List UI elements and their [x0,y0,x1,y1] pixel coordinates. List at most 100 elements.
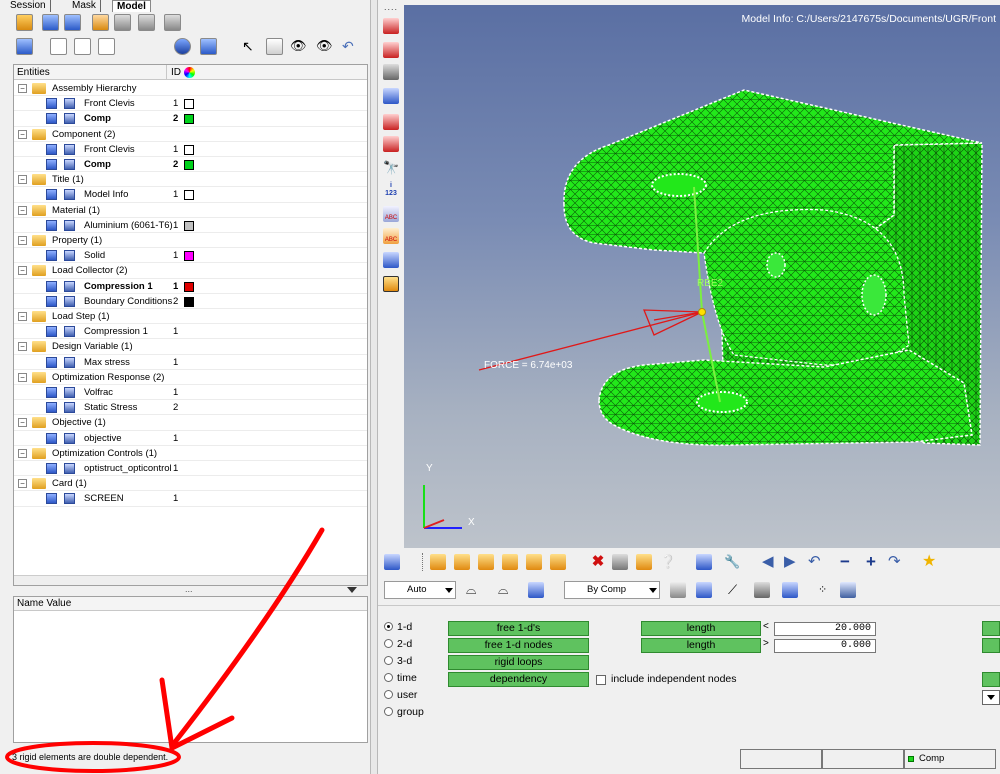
color-column-icon[interactable] [184,67,195,78]
display-grid-icon[interactable] [384,554,400,570]
tree-folder-row[interactable]: − Objective (1) [14,415,367,431]
collapse-toggle-icon[interactable]: − [18,372,27,382]
color-swatch[interactable] [184,220,194,231]
mesh-check-icon[interactable] [383,114,399,130]
free-1d-nodes-button[interactable]: free 1-d nodes [448,638,589,653]
screen-capture-icon[interactable] [840,582,856,598]
visibility-toggle-icon[interactable] [64,189,75,201]
tree-entity-row[interactable]: SCREEN 1 [14,491,367,507]
visibility-toggle-icon[interactable] [64,493,75,505]
tree-entity-row[interactable]: Solid 1 [14,248,367,264]
visibility-toggle-icon[interactable] [64,387,75,398]
radio-circle-icon[interactable] [384,622,393,631]
radio-user[interactable]: user [384,689,417,701]
tree-folder-row[interactable]: − Title (1) [14,172,367,188]
collapse-toggle-icon[interactable]: − [18,175,27,185]
visibility-toggle-icon[interactable] [64,463,75,474]
reverse-normals-icon[interactable] [383,18,399,34]
visibility-toggle-icon[interactable] [64,143,75,155]
color-swatch[interactable] [184,251,194,262]
shaded-mode-icon[interactable]: ⌓ [466,582,482,598]
face-icon[interactable] [383,136,399,152]
radio-circle-icon[interactable] [384,707,393,716]
collector-assemblies-icon[interactable] [454,554,470,570]
visibility-toggle-icon[interactable] [64,432,75,444]
delete-icon[interactable]: ✖ [590,554,606,570]
length-min-button[interactable]: length [641,621,761,636]
tree-entity-row[interactable]: Front Clevis 1 [14,142,367,157]
component-view-icon[interactable] [16,14,33,31]
tree-folder-row[interactable]: − Material (1) [14,203,367,218]
color-swatch[interactable] [184,296,194,307]
panel-action-button-2[interactable] [982,638,1000,653]
undo-view-icon[interactable]: ↶ [342,38,359,55]
auto-dropdown[interactable]: Auto [384,581,456,599]
element-mode-icon[interactable]: ⌓ [498,582,514,598]
radio-1-d[interactable]: 1-d [384,621,412,633]
collapse-toggle-icon[interactable]: − [18,236,27,245]
clear-selection-icon[interactable] [266,38,283,55]
assembly-view-icon[interactable] [42,14,59,31]
quality-icon[interactable] [383,88,399,104]
entities-column-header[interactable]: Entities [17,67,50,78]
visibility-toggle-icon[interactable] [64,159,75,170]
rigid-loops-button[interactable]: rigid loops [448,655,589,670]
column-divider[interactable] [166,65,167,80]
radio-time[interactable]: time [384,672,417,684]
labels-icon[interactable]: ABC [383,206,399,222]
splitter-handle[interactable]: ... [185,584,193,594]
radio-3-d[interactable]: 3-d [384,655,412,667]
less-than-toggle[interactable]: < [763,621,769,632]
collapse-all-icon[interactable] [74,38,91,55]
collapse-toggle-icon[interactable]: − [18,479,27,489]
radio-circle-icon[interactable] [384,639,393,648]
select-arrow-icon[interactable]: ↖ [242,38,259,55]
tree-folder-row[interactable]: − Load Collector (2) [14,263,367,279]
color-swatch[interactable] [184,144,194,155]
visibility-toggle-icon[interactable] [64,356,75,368]
tree-folder-row[interactable]: − Component (2) [14,127,367,142]
color-swatch[interactable] [184,281,194,292]
expand-all-icon[interactable] [50,38,67,55]
line-style-icon[interactable]: ⟋ [728,582,744,598]
visibility-toggle-icon[interactable] [64,98,75,110]
color-swatch[interactable] [184,99,194,110]
length-max-button[interactable]: length [641,638,761,653]
set-view-icon[interactable] [164,14,181,31]
color-by-dropdown[interactable]: By Comp [564,581,660,599]
radio-circle-icon[interactable] [384,690,393,699]
visibility-toggle-icon[interactable] [64,219,75,231]
tree-folder-row[interactable]: − Optimization Controls (1) [14,446,367,461]
property-view-icon[interactable] [114,14,131,31]
load-view-icon[interactable] [138,14,155,31]
radio-group[interactable]: group [384,706,424,718]
show-mode-icon[interactable] [200,38,217,55]
length-min-field[interactable]: 20.000 [774,622,876,636]
tree-entity-row[interactable]: Comp 2 [14,111,367,127]
tree-entity-row[interactable]: Model Info 1 [14,187,367,203]
transparency-icon[interactable] [782,582,798,598]
feature-lines-icon[interactable] [754,582,770,598]
display-mode-icon[interactable] [16,38,33,55]
collapse-toggle-icon[interactable]: − [18,418,27,428]
material-view-icon[interactable] [92,14,109,31]
visibility-toggle-icon[interactable] [64,250,75,262]
greater-than-toggle[interactable]: > [763,638,769,649]
tree-folder-row[interactable]: − Card (1) [14,476,367,492]
system-view-icon[interactable] [64,14,81,31]
tree-entity-row[interactable]: Volfrac 1 [14,385,367,401]
tree-filter-icon[interactable] [98,38,115,55]
tree-entity-row[interactable]: Boundary Conditions 2 [14,294,367,309]
star-icon[interactable]: ★ [922,554,938,570]
collector-loads-icon[interactable] [526,554,542,570]
tree-entity-row[interactable]: Compression 1 1 [14,279,367,294]
radio-2-d[interactable]: 2-d [384,638,412,650]
panel-splitter[interactable]: ... [13,584,368,596]
tree-folder-row[interactable]: − Optimization Response (2) [14,370,367,385]
tree-entity-row[interactable]: optistruct_opticontrol 1 [14,461,367,477]
radio-circle-icon[interactable] [384,673,393,682]
collector-properties-icon[interactable] [502,554,518,570]
quick-edit-icon[interactable] [696,554,712,570]
visibility-toggle-icon[interactable] [64,280,75,292]
organize-icon[interactable] [383,252,399,268]
